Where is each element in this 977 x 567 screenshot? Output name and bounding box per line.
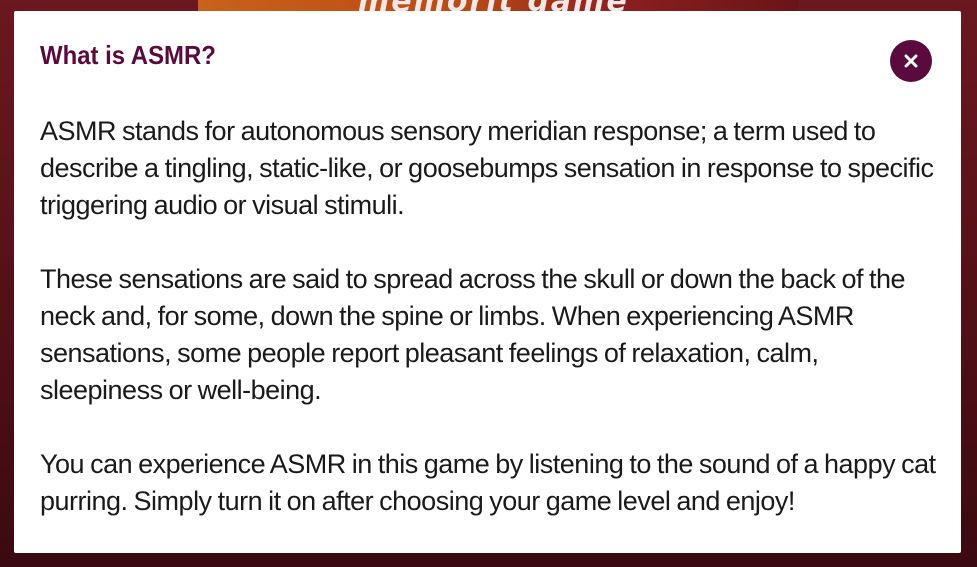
asmr-info-modal: What is ASMR? ASMR stands for autonomous…	[14, 11, 961, 553]
modal-title: What is ASMR?	[40, 40, 216, 70]
modal-paragraph-game-instructions: You can experience ASMR in this game by …	[40, 449, 936, 516]
modal-paragraph-definition: ASMR stands for autonomous sensory merid…	[40, 116, 934, 220]
close-button[interactable]	[890, 40, 932, 82]
modal-paragraph-sensations: These sensations are said to spread acro…	[40, 264, 906, 405]
close-icon	[904, 54, 918, 68]
modal-body: ASMR stands for autonomous sensory merid…	[40, 113, 940, 520]
